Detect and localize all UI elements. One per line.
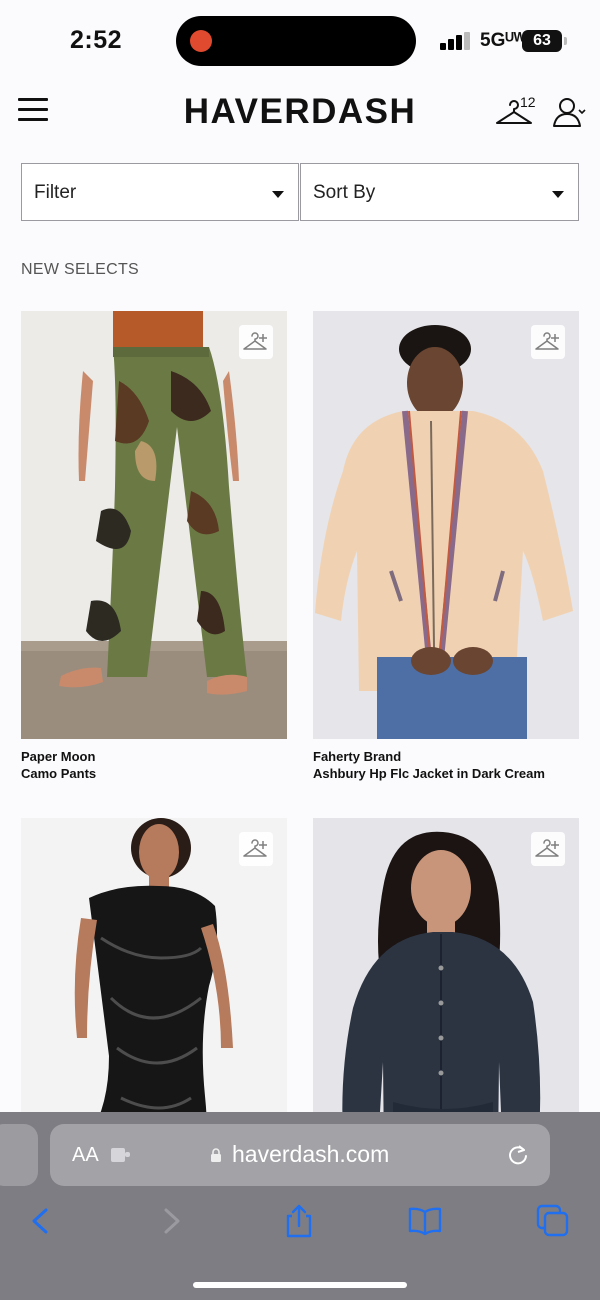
hanger-plus-icon (243, 332, 267, 350)
product-brand[interactable]: Paper Moon (21, 749, 95, 764)
add-to-closet-button[interactable] (531, 325, 565, 359)
browser-toolbar: AA haverdash.com (0, 1112, 600, 1300)
signal-strength-icon (440, 32, 472, 50)
product-name[interactable]: Ashbury Hp Flc Jacket in Dark Cream (313, 766, 545, 781)
product-image[interactable] (21, 311, 287, 739)
reload-icon[interactable] (506, 1142, 530, 1166)
url-text[interactable]: haverdash.com (232, 1141, 389, 1168)
filter-dropdown[interactable]: Filter (21, 163, 299, 221)
dynamic-island (176, 16, 416, 66)
hanger-plus-icon (535, 839, 559, 857)
product-brand[interactable]: Faherty Brand (313, 749, 401, 764)
lock-icon (211, 1148, 221, 1162)
section-title: NEW SELECTS (21, 261, 139, 278)
hanger-plus-icon (535, 332, 559, 350)
address-bar[interactable]: AA haverdash.com (50, 1124, 550, 1186)
product-image[interactable] (313, 311, 579, 739)
recording-indicator-icon (190, 30, 212, 52)
text-size-button[interactable]: AA (72, 1144, 99, 1167)
hanger-plus-icon (243, 839, 267, 857)
extension-icon[interactable] (110, 1146, 132, 1164)
share-icon[interactable] (282, 1204, 316, 1238)
add-to-closet-button[interactable] (239, 832, 273, 866)
sort-dropdown[interactable]: Sort By (300, 163, 579, 221)
battery-tip (564, 37, 567, 45)
bookmarks-icon[interactable] (408, 1204, 442, 1238)
tabs-icon[interactable] (536, 1204, 570, 1238)
network-type: 5Gᵁᵂ (480, 30, 526, 51)
closet-count-badge: 12 (520, 94, 536, 110)
back-icon[interactable] (24, 1204, 58, 1238)
previous-tab-preview[interactable] (0, 1124, 38, 1186)
sort-label: Sort By (313, 182, 376, 203)
forward-icon[interactable] (154, 1204, 188, 1238)
product-name[interactable]: Camo Pants (21, 766, 96, 781)
battery-icon: 63 (522, 30, 562, 52)
home-indicator[interactable] (193, 1282, 407, 1288)
filter-label: Filter (34, 182, 77, 203)
text-size-label: AA (72, 1144, 99, 1166)
site-header: HAVERDASH 12 (0, 82, 600, 142)
status-time: 2:52 (70, 26, 123, 54)
chevron-down-icon (552, 191, 564, 198)
chevron-down-icon (272, 191, 284, 198)
add-to-closet-button[interactable] (531, 832, 565, 866)
status-bar: 2:52 5Gᵁᵂ 63 (0, 0, 600, 80)
account-icon[interactable] (552, 96, 586, 128)
add-to-closet-button[interactable] (239, 325, 273, 359)
